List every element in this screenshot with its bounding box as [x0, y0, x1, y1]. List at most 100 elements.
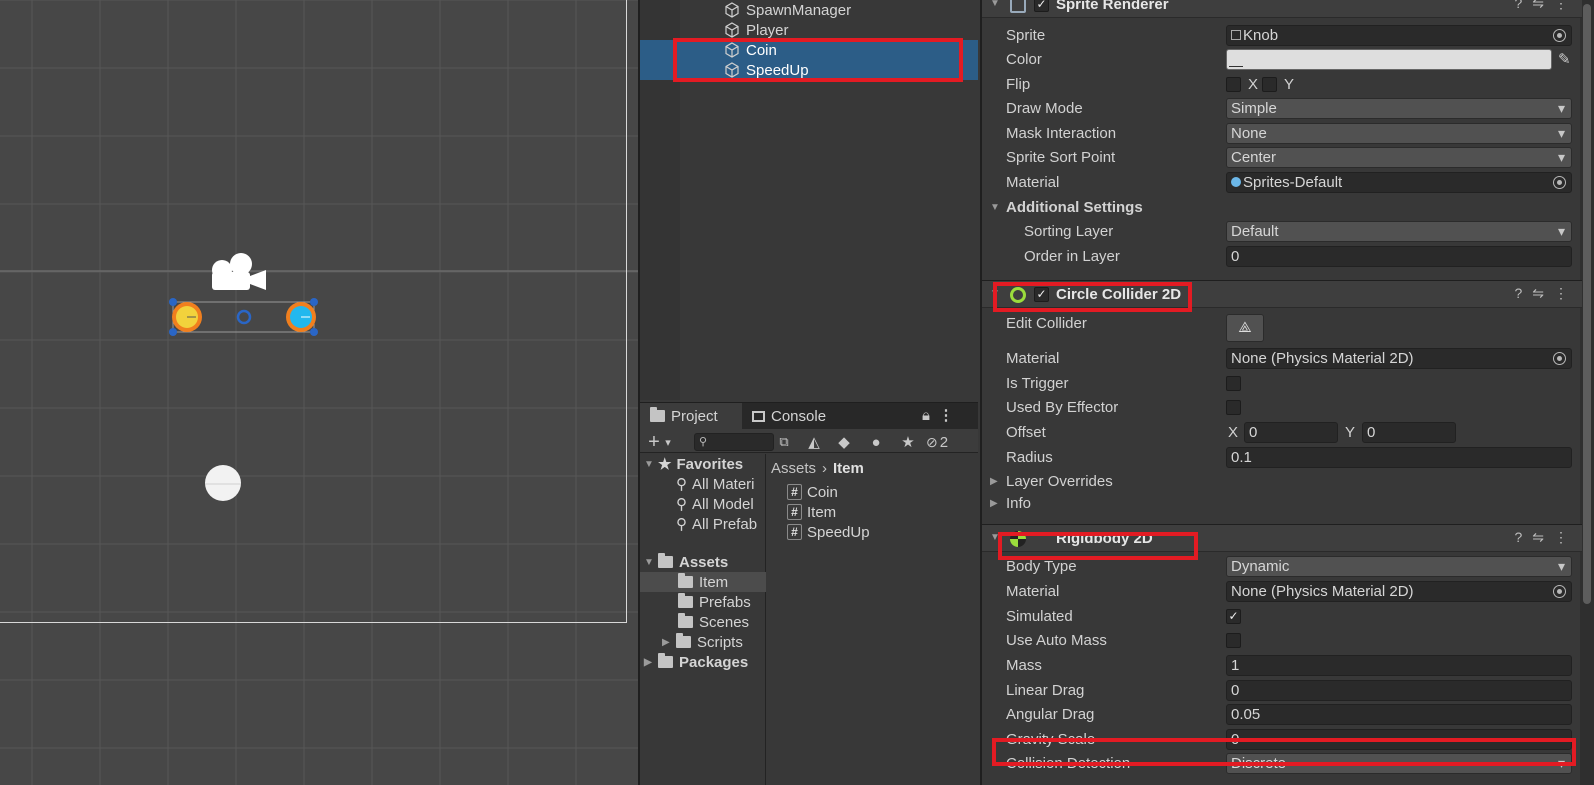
folder-item[interactable]: Item [640, 572, 766, 592]
object-picker-icon[interactable] [1553, 29, 1566, 42]
object-picker-icon[interactable] [1553, 585, 1566, 598]
presets-icon[interactable]: ⇋ [1532, 0, 1544, 12]
sort-point-dropdown[interactable]: Center [1226, 147, 1572, 168]
linear-drag-input[interactable]: 0 [1226, 680, 1572, 701]
prop-layer-overrides[interactable]: ▶ Layer Overrides [982, 470, 1582, 494]
filter-label-icon[interactable]: ◆ [834, 432, 854, 452]
folder-label: Prefabs [699, 593, 751, 611]
inspector-scrollbar[interactable] [1580, 0, 1594, 785]
angular-drag-input[interactable]: 0.05 [1226, 704, 1572, 725]
sorting-layer-dropdown[interactable]: Default [1226, 221, 1572, 242]
prop-label: Used By Effector [1006, 399, 1119, 416]
more-options-icon[interactable]: ⋮ [1554, 0, 1568, 12]
favorite-item[interactable]: ⚲ All Model [676, 494, 754, 514]
hidden-packages-icon[interactable]: ⊘ 2 [926, 432, 966, 452]
prop-additional-settings[interactable]: ▼ Additional Settings [982, 196, 1582, 220]
folder-scenes[interactable]: Scenes [678, 612, 749, 632]
collider-material-field[interactable]: None (Physics Material 2D) [1226, 348, 1572, 369]
script-icon: # [787, 484, 802, 500]
log-filter-icon[interactable]: ● [866, 432, 886, 452]
assets-row[interactable]: ▼ Assets [644, 552, 728, 572]
file-label: Item [807, 503, 837, 521]
hierarchy-item[interactable]: SpawnManager [640, 0, 978, 20]
file-item[interactable]: # Coin [787, 482, 838, 502]
expand-arrow-icon: ▼ [644, 556, 654, 568]
favorite-item[interactable]: ⚲ All Materi [676, 474, 755, 494]
chevron-down-icon[interactable]: ▾ [658, 432, 678, 452]
mask-interaction-dropdown[interactable]: None [1226, 123, 1572, 144]
hierarchy-item[interactable]: Player [640, 20, 978, 40]
used-by-effector-checkbox[interactable] [1226, 400, 1241, 415]
file-label: SpeedUp [807, 523, 870, 541]
lock-icon[interactable]: 🔒︎ [916, 405, 936, 425]
prop-info[interactable]: ▶ Info [982, 492, 1582, 516]
edit-shape-icon: ⟁ [1238, 319, 1252, 336]
help-icon[interactable]: ? [1514, 285, 1522, 302]
offset-x-input[interactable]: 0 [1244, 422, 1338, 443]
folder-icon [678, 613, 693, 628]
folder-label: Item [699, 573, 729, 591]
packages-row[interactable]: ▶ Packages [644, 652, 748, 672]
fold-arrow-icon: ▼ [990, 202, 1000, 213]
favorite-item[interactable]: ⚲ All Prefab [676, 514, 757, 534]
alpha-bar [1229, 66, 1243, 67]
folder-prefabs[interactable]: Prefabs [678, 592, 751, 612]
simulated-checkbox[interactable]: ✓ [1226, 609, 1241, 624]
more-options-icon[interactable]: ⋮ [1554, 285, 1568, 302]
sprite-renderer-header[interactable]: ▼ ✓ Sprite Renderer ? ⇋ ⋮ [982, 0, 1582, 18]
tab-console[interactable]: Console [744, 403, 834, 429]
body-type-dropdown[interactable]: Dynamic [1226, 556, 1572, 577]
more-options-icon[interactable]: ⋮ [936, 405, 956, 425]
rb-material-field[interactable]: None (Physics Material 2D) [1226, 581, 1572, 602]
presets-icon[interactable]: ⇋ [1532, 529, 1544, 546]
radius-input[interactable]: 0.1 [1226, 447, 1572, 468]
prop-rb-material: Material None (Physics Material 2D) [982, 580, 1582, 604]
prop-label: Simulated [1006, 608, 1073, 625]
help-icon[interactable]: ? [1514, 0, 1522, 12]
prop-label: Offset [1006, 424, 1046, 441]
breadcrumb-root[interactable]: Assets [771, 460, 816, 477]
flip-y-checkbox[interactable] [1262, 77, 1277, 92]
tab-project[interactable]: Project [640, 403, 742, 429]
folder-scripts[interactable]: ▶ Scripts [662, 632, 743, 652]
scene-view[interactable] [0, 0, 638, 785]
order-in-layer-input[interactable]: 0 [1226, 246, 1572, 267]
camera-gizmo-icon[interactable] [208, 250, 270, 292]
offset-y-input[interactable]: 0 [1362, 422, 1456, 443]
hierarchy-item-label: Player [746, 21, 789, 39]
enable-checkbox[interactable]: ✓ [1034, 0, 1049, 12]
breadcrumb-current[interactable]: Item [833, 460, 864, 477]
object-picker-icon[interactable] [1553, 352, 1566, 365]
help-icon[interactable]: ? [1514, 529, 1522, 546]
gameobject-cube-icon [725, 22, 739, 38]
favorite-star-icon[interactable]: ★ [898, 432, 918, 452]
prop-label: Flip [1006, 76, 1031, 93]
auto-mass-checkbox[interactable] [1226, 633, 1241, 648]
material-field[interactable]: Sprites-Default [1226, 172, 1572, 193]
file-item[interactable]: # SpeedUp [787, 522, 870, 542]
selection-gizmo[interactable] [164, 292, 326, 344]
flip-x-checkbox[interactable] [1226, 77, 1241, 92]
mass-input[interactable]: 1 [1226, 655, 1572, 676]
tab-console-label: Console [771, 407, 827, 425]
project-file-list: Assets › Item # Coin # Item # SpeedUp [767, 454, 978, 785]
search-by-type-icon[interactable]: ⧉ [774, 432, 794, 452]
edit-collider-button[interactable]: ⟁ [1226, 314, 1264, 342]
sprite-field[interactable]: Knob [1226, 25, 1572, 46]
filter-type-icon[interactable]: ◭ [804, 432, 824, 452]
presets-icon[interactable]: ⇋ [1532, 285, 1544, 302]
eyedropper-icon[interactable]: ✎ [1558, 50, 1571, 68]
more-options-icon[interactable]: ⋮ [1554, 529, 1568, 546]
object-picker-icon[interactable] [1553, 176, 1566, 189]
search-input[interactable]: ⚲ [694, 433, 774, 451]
draw-mode-dropdown[interactable]: Simple [1226, 98, 1572, 119]
player-sprite[interactable] [203, 464, 243, 504]
material-sphere-icon [1231, 177, 1241, 187]
scroll-thumb[interactable] [1583, 4, 1591, 604]
packages-label: Packages [679, 653, 749, 671]
file-item[interactable]: # Item [787, 502, 836, 522]
prop-label: Layer Overrides [1006, 473, 1113, 490]
favorites-row[interactable]: ▼ ★ Favorites [644, 454, 743, 474]
color-field[interactable] [1226, 49, 1552, 70]
is-trigger-checkbox[interactable] [1226, 376, 1241, 391]
